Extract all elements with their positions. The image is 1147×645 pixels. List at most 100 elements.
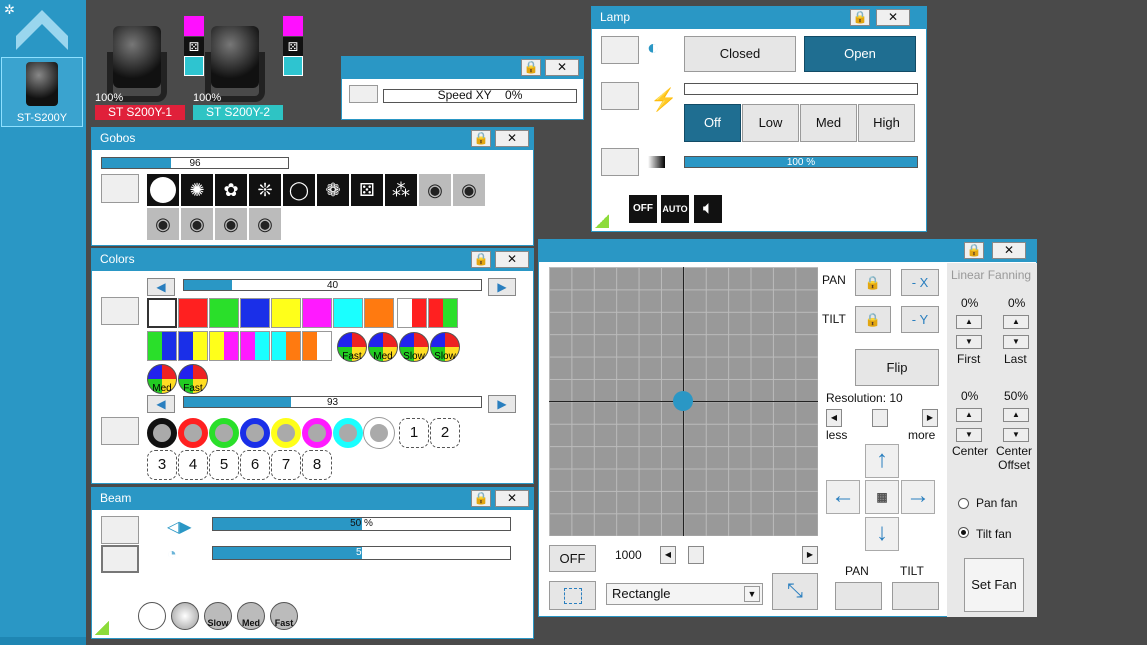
gobo-shake-icon[interactable]: ◉ xyxy=(147,208,179,240)
fixture-1[interactable]: 100% ST S200Y-1 xyxy=(95,12,185,134)
color-blue-yellow[interactable] xyxy=(178,331,208,361)
beam-slow-icon[interactable]: Slow xyxy=(204,602,232,630)
resolution-less-button[interactable]: ◀ xyxy=(826,409,842,427)
shape-select[interactable]: Rectangle ▼ xyxy=(606,583,763,605)
gobo-rotate-icon[interactable]: ◉ xyxy=(419,174,451,206)
close-button[interactable]: ✕ xyxy=(495,130,529,147)
color2-preset-3[interactable]: 3 xyxy=(147,450,177,480)
zoom-button[interactable] xyxy=(101,516,139,544)
color-rainbow-med-reverse[interactable]: Med xyxy=(147,364,177,394)
gobo-slider[interactable]: 96 xyxy=(101,157,289,169)
color2-red[interactable] xyxy=(178,418,208,448)
speed-more-button[interactable]: ▶ xyxy=(802,546,818,564)
gobo-star-icon[interactable]: ✿ xyxy=(215,174,247,206)
color2-white[interactable] xyxy=(364,418,394,448)
beam-frost-icon[interactable] xyxy=(171,602,199,630)
lock-icon[interactable]: 🔒 xyxy=(471,490,491,507)
color2-preset-8[interactable]: 8 xyxy=(302,450,332,480)
gobo-open-icon[interactable] xyxy=(147,174,179,206)
color2-green[interactable] xyxy=(209,418,239,448)
move-up-icon[interactable]: ↑ xyxy=(865,444,899,478)
beam-med-icon[interactable]: Med xyxy=(237,602,265,630)
strobe-bar[interactable] xyxy=(684,83,918,95)
close-button[interactable]: ✕ xyxy=(495,490,529,507)
color-next-button[interactable]: ▶ xyxy=(488,278,516,296)
sound-icon[interactable]: 🔈︎ xyxy=(694,195,722,223)
color-orange-white[interactable] xyxy=(302,331,332,361)
last-up-button[interactable]: ▲ xyxy=(1003,315,1029,329)
center-up-button[interactable]: ▲ xyxy=(956,408,982,422)
lock-icon[interactable]: 🔒 xyxy=(471,251,491,268)
gobo-flower-icon[interactable]: ✺ xyxy=(181,174,213,206)
first-down-button[interactable]: ▼ xyxy=(956,335,982,349)
gobo-shake-icon[interactable]: ◉ xyxy=(249,208,281,240)
color-magenta-cyan[interactable] xyxy=(240,331,270,361)
speed-less-button[interactable]: ◀ xyxy=(660,546,676,564)
color-rainbow-med[interactable]: Med xyxy=(368,332,398,362)
invert-y-button[interactable]: - Y xyxy=(901,306,939,333)
move-left-icon[interactable]: ← xyxy=(826,480,860,514)
beam-open-icon[interactable] xyxy=(138,602,166,630)
pan-lock-icon[interactable]: 🔒 xyxy=(855,269,891,296)
strobe-off-button[interactable]: Off xyxy=(684,104,741,142)
color2-magenta[interactable] xyxy=(302,418,332,448)
gobo-dots-icon[interactable]: ⁂ xyxy=(385,174,417,206)
pan-fan-radio[interactable] xyxy=(958,498,969,509)
color2-preset-2[interactable]: 2 xyxy=(430,418,460,448)
color-prev-button[interactable]: ◀ xyxy=(147,278,175,296)
offset-down-button[interactable]: ▼ xyxy=(1003,428,1029,442)
color-wheel-slider[interactable]: 40 xyxy=(183,279,482,291)
dimmer-bar[interactable]: 100 % xyxy=(684,156,918,168)
fixture-2[interactable]: 100% ST S200Y-2 xyxy=(193,12,283,134)
color2-prev-button[interactable]: ◀ xyxy=(147,395,175,413)
lock-icon[interactable]: 🔒 xyxy=(964,242,984,259)
resolution-more-button[interactable]: ▶ xyxy=(922,409,938,427)
shutter-button[interactable] xyxy=(601,36,639,64)
color-red[interactable] xyxy=(178,298,208,328)
shape-direction-icon[interactable]: ⤡ xyxy=(772,573,818,610)
close-button[interactable]: ✕ xyxy=(992,242,1026,259)
color-wheel-button[interactable] xyxy=(101,297,139,325)
color-yellow[interactable] xyxy=(271,298,301,328)
flip-button[interactable]: Flip xyxy=(855,349,939,386)
color-rainbow-fast-reverse[interactable]: Fast xyxy=(178,364,208,394)
strobe-button[interactable] xyxy=(601,82,639,110)
gobo-shake-icon[interactable]: ◉ xyxy=(215,208,247,240)
color2-wheel-button[interactable] xyxy=(101,417,139,445)
close-button[interactable]: ✕ xyxy=(495,251,529,268)
zoom-bar[interactable]: 50 % xyxy=(212,517,511,531)
gobo-shake-icon[interactable]: ◉ xyxy=(181,208,213,240)
tilt-fan-button[interactable] xyxy=(892,582,939,610)
tilt-lock-icon[interactable]: 🔒 xyxy=(855,306,891,333)
resize-corner-icon[interactable] xyxy=(595,214,609,228)
color-rainbow-slow[interactable]: Slow xyxy=(399,332,429,362)
xy-position-dot[interactable] xyxy=(673,391,693,411)
center-icon[interactable]: ▦ xyxy=(865,480,899,514)
speed-xy-bar[interactable]: Speed XY 0% xyxy=(383,89,577,103)
color2-next-button[interactable]: ▶ xyxy=(488,395,516,413)
color-green-blue[interactable] xyxy=(147,331,177,361)
color2-black[interactable] xyxy=(147,418,177,448)
shutter-open-button[interactable]: Open xyxy=(804,36,916,72)
last-down-button[interactable]: ▼ xyxy=(1003,335,1029,349)
gobo-rose-icon[interactable]: ❁ xyxy=(317,174,349,206)
focus-bar[interactable]: 50 xyxy=(212,546,511,560)
color2-preset-1[interactable]: 1 xyxy=(399,418,429,448)
resize-corner-icon[interactable] xyxy=(95,621,109,635)
lamp-off-icon[interactable]: OFF xyxy=(629,195,657,223)
color-rainbow-fast[interactable]: Fast xyxy=(337,332,367,362)
gobo-rotate-icon[interactable]: ◉ xyxy=(453,174,485,206)
color2-cyan[interactable] xyxy=(333,418,363,448)
color-cyan[interactable] xyxy=(333,298,363,328)
color-white[interactable] xyxy=(147,298,177,328)
gobo-dice-icon[interactable]: ⚄ xyxy=(351,174,383,206)
invert-x-button[interactable]: - X xyxy=(901,269,939,296)
color-cyan-orange[interactable] xyxy=(271,331,301,361)
first-up-button[interactable]: ▲ xyxy=(956,315,982,329)
speed-toggle-button[interactable] xyxy=(349,85,378,103)
shape-preview-button[interactable] xyxy=(549,581,596,610)
strobe-low-button[interactable]: Low xyxy=(742,104,799,142)
gear-icon[interactable]: ✲ xyxy=(4,2,15,18)
close-button[interactable]: ✕ xyxy=(545,59,579,76)
color-blue[interactable] xyxy=(240,298,270,328)
